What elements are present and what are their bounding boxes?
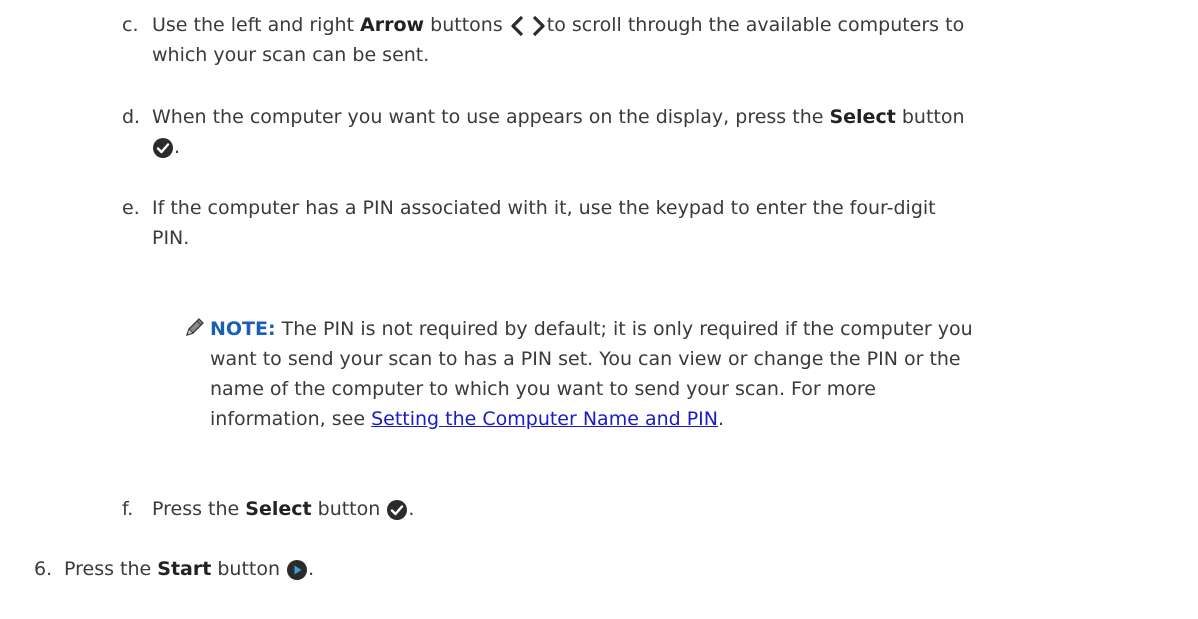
step-e-marker: e. xyxy=(122,197,140,219)
step-c-marker: c. xyxy=(122,14,139,36)
step-d-marker: d. xyxy=(122,106,141,128)
step-d-text: When the computer you want to use appear… xyxy=(152,102,1192,162)
note-text: NOTE: The PIN is not required by default… xyxy=(210,314,1190,434)
checkmark-select-icon xyxy=(386,499,408,521)
step-6-text: Press the Start button . xyxy=(64,554,1164,584)
step-c-text: Use the left and right Arrow buttons to … xyxy=(152,10,1192,70)
step-c-line-2: which your scan can be sent. xyxy=(152,44,430,66)
checkmark-select-icon xyxy=(152,137,174,159)
step-e: e. If the computer has a PIN associated … xyxy=(0,193,1198,253)
step-e-line-2: PIN. xyxy=(152,227,190,249)
document-page: { "steps": { "c": { "marker": "c.", "t1"… xyxy=(0,0,1198,619)
note-line-2: want to send your scan to has a PIN set.… xyxy=(210,348,961,370)
step-c-line-1: Use the left and right Arrow buttons to … xyxy=(152,14,965,38)
note-block: NOTE: The PIN is not required by default… xyxy=(0,314,1198,434)
start-label: Start xyxy=(157,558,212,580)
arrow-label: Arrow xyxy=(360,14,425,36)
start-play-icon xyxy=(286,559,308,581)
select-label: Select xyxy=(245,498,312,520)
pencil-note-icon xyxy=(184,316,206,347)
step-6: 6. Press the Start button . xyxy=(0,554,1198,584)
step-e-line-1: If the computer has a PIN associated wit… xyxy=(152,197,936,219)
step-f-text: Press the Select button . xyxy=(152,494,1192,524)
note-line-4: information, see Setting the Computer Na… xyxy=(210,408,725,430)
note-line-3: name of the computer to which you want t… xyxy=(210,378,876,400)
step-f-line-1: Press the Select button . xyxy=(152,498,415,521)
step-c: c. Use the left and right Arrow buttons … xyxy=(0,10,1198,70)
step-d-line-2: . xyxy=(152,132,1192,162)
step-f-marker: f. xyxy=(122,498,134,520)
step-e-text: If the computer has a PIN associated wit… xyxy=(152,193,1192,253)
step-d: d. When the computer you want to use app… xyxy=(0,102,1198,162)
left-right-arrow-icon xyxy=(509,14,547,38)
note-label: NOTE: xyxy=(210,318,276,340)
note-line-1: NOTE: The PIN is not required by default… xyxy=(210,318,973,340)
step-d-line-1: When the computer you want to use appear… xyxy=(152,106,965,128)
step-6-marker: 6. xyxy=(34,558,53,580)
setting-computer-name-pin-link[interactable]: Setting the Computer Name and PIN xyxy=(371,408,718,430)
step-f: f. Press the Select button . xyxy=(0,494,1198,524)
select-label: Select xyxy=(829,106,896,128)
step-6-line-1: Press the Start button . xyxy=(64,558,315,581)
